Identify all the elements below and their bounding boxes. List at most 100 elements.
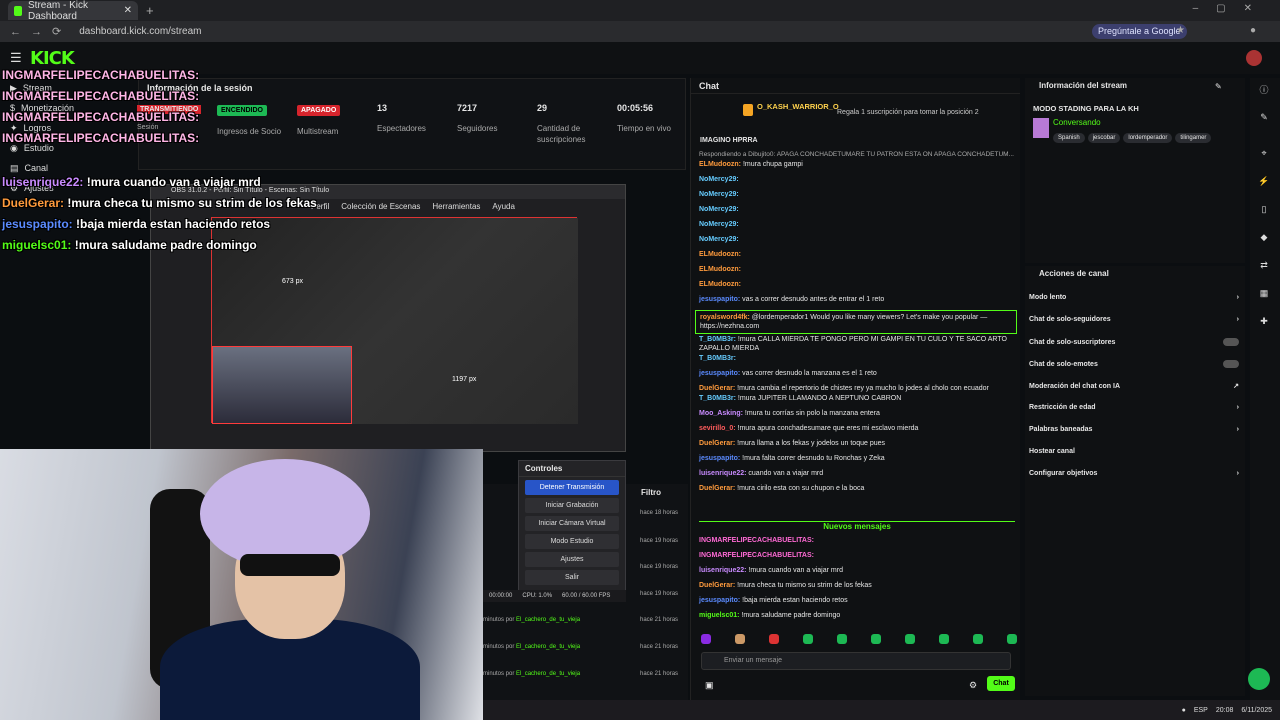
chevron-right-icon[interactable]: ›: [1237, 316, 1239, 323]
chat-username[interactable]: NoMercy29:: [699, 206, 739, 213]
avatar[interactable]: [1246, 50, 1262, 66]
emote-icon[interactable]: [973, 634, 983, 644]
stop-stream-button[interactable]: Detener Transmisión: [525, 480, 619, 495]
emote-icon[interactable]: [769, 634, 779, 644]
window-controls[interactable]: –▢✕: [1193, 3, 1270, 14]
chat-username[interactable]: jesuspapito:: [699, 597, 740, 604]
channel-action-row[interactable]: Configurar objetivos ›: [1029, 470, 1239, 477]
star-icon[interactable]: ★: [1176, 25, 1185, 36]
chat-username[interactable]: jesuspapito:: [699, 455, 740, 462]
chat-username[interactable]: sevirillo_0:: [699, 425, 736, 432]
tag[interactable]: Spanish: [1053, 133, 1085, 143]
channel-action-row[interactable]: Restricción de edad ›: [1029, 404, 1239, 411]
exit-button[interactable]: Salir: [525, 570, 619, 585]
ask-google-button[interactable]: Pregúntale a Google: [1092, 24, 1187, 39]
toggle-switch[interactable]: [1223, 338, 1239, 346]
chat-username[interactable]: Moo_Asking:: [699, 410, 743, 417]
chat-username[interactable]: ELMudoozn:: [699, 161, 741, 168]
close-tab-icon[interactable]: ✕: [124, 5, 132, 16]
pencil-icon[interactable]: ✎: [1258, 112, 1270, 124]
forward-icon[interactable]: →: [31, 26, 42, 38]
chat-username[interactable]: miguelsc01:: [699, 612, 739, 619]
new-tab-icon[interactable]: +: [146, 3, 154, 18]
toggle-switch[interactable]: [1223, 360, 1239, 368]
chevron-right-icon[interactable]: ›: [1237, 426, 1239, 433]
wrench-icon[interactable]: ✚: [1258, 316, 1270, 328]
stream-category[interactable]: Conversando: [1053, 118, 1101, 127]
leader-user[interactable]: O_KASH_WARRIOR_O: [757, 102, 839, 111]
gift-box-icon[interactable]: ▣: [705, 680, 714, 691]
chat-username[interactable]: NoMercy29:: [699, 191, 739, 198]
chat-username[interactable]: NoMercy29:: [699, 236, 739, 243]
feed-user[interactable]: El_cachero_de_tu_vieja: [516, 671, 580, 677]
chevron-right-icon[interactable]: ›: [1237, 470, 1239, 477]
emote-icon[interactable]: [1007, 634, 1017, 644]
link-icon[interactable]: ⇄: [1258, 260, 1270, 272]
tag[interactable]: tilingamer: [1175, 133, 1212, 143]
emote-icon[interactable]: [905, 634, 915, 644]
emote-icon[interactable]: [871, 634, 881, 644]
settings-button[interactable]: Ajustes: [525, 552, 619, 567]
gear-icon[interactable]: ⚙: [969, 680, 977, 691]
floating-action-button[interactable]: [1248, 668, 1270, 690]
profile-avatar-icon[interactable]: ●: [1250, 25, 1256, 36]
emote-icon[interactable]: [803, 634, 813, 644]
send-chat-button[interactable]: Chat: [987, 676, 1015, 691]
reload-icon[interactable]: ⟳: [52, 25, 61, 38]
chat-username[interactable]: luisenrique22:: [699, 567, 746, 574]
back-icon[interactable]: ←: [10, 26, 21, 38]
chat-username[interactable]: NoMercy29:: [699, 176, 739, 183]
obs-preview[interactable]: 673 px 1197 px: [211, 217, 578, 424]
doc-icon[interactable]: ▯: [1258, 204, 1270, 216]
chat-username[interactable]: DuelGerar:: [699, 485, 735, 492]
crosshair-icon[interactable]: ⌖: [1258, 148, 1270, 160]
chevron-right-icon[interactable]: ›: [1237, 404, 1239, 411]
gift-prompt[interactable]: Regala 1 suscripción para tomar la posic…: [837, 109, 979, 116]
new-messages-divider[interactable]: Nuevos mensajes: [699, 521, 1015, 531]
chat-username[interactable]: DuelGerar:: [699, 385, 735, 392]
info-icon[interactable]: ⓘ: [1258, 83, 1270, 95]
chat-username[interactable]: DuelGerar:: [699, 582, 735, 589]
chat-username[interactable]: ELMudoozn:: [699, 251, 741, 258]
chat-input[interactable]: Enviar un mensaje: [701, 652, 1011, 670]
chat-username[interactable]: T_B0MB3r:: [699, 355, 736, 362]
virtual-camera-button[interactable]: Iniciar Cámara Virtual: [525, 516, 619, 531]
chat-username[interactable]: royalsword4fk:: [700, 314, 750, 321]
obs-menu-item[interactable]: Herramientas: [432, 202, 480, 211]
chat-username[interactable]: ELMudoozn:: [699, 266, 741, 273]
chat-username[interactable]: T_B0MB3r:: [699, 395, 736, 402]
channel-action-row[interactable]: Chat de solo-emotes: [1029, 360, 1239, 368]
chat-username[interactable]: INGMARFELIPECACHABUELITAS:: [699, 537, 814, 544]
channel-action-row[interactable]: Chat de solo-suscriptores: [1029, 338, 1239, 346]
feed-user[interactable]: El_cachero_de_tu_vieja: [516, 617, 580, 623]
chat-bubble-icon[interactable]: ◆: [1258, 232, 1270, 244]
bolt-icon[interactable]: ⚡: [1258, 176, 1270, 188]
grid-icon[interactable]: ▦: [1258, 288, 1270, 300]
mic-icon[interactable]: ●: [1182, 707, 1186, 714]
emote-icon[interactable]: [701, 634, 711, 644]
start-recording-button[interactable]: Iniciar Grabación: [525, 498, 619, 513]
edit-icon[interactable]: ✎: [1215, 82, 1222, 91]
webcam-source[interactable]: [212, 346, 352, 424]
chat-username[interactable]: jesuspapito:: [699, 370, 740, 377]
language-indicator[interactable]: ESP: [1194, 707, 1208, 714]
channel-action-row[interactable]: Modo lento ›: [1029, 294, 1239, 301]
obs-menu-item[interactable]: Colección de Escenas: [341, 202, 420, 211]
channel-action-row[interactable]: Hostear canal: [1029, 448, 1239, 455]
external-link-icon[interactable]: ↗: [1233, 382, 1239, 390]
browser-tab[interactable]: Stream - Kick Dashboard ✕: [8, 0, 138, 22]
url-field[interactable]: dashboard.kick.com/stream: [79, 26, 201, 37]
emote-icon[interactable]: [939, 634, 949, 644]
tag[interactable]: jescobar: [1087, 133, 1121, 143]
chat-username[interactable]: T_B0MB3r:: [699, 336, 736, 343]
kick-logo[interactable]: KICK: [30, 48, 75, 69]
chat-username[interactable]: DuelGerar:: [699, 440, 735, 447]
channel-action-row[interactable]: Palabras baneadas ›: [1029, 426, 1239, 433]
chat-username[interactable]: luisenrique22:: [699, 470, 746, 477]
menu-icon[interactable]: ☰: [10, 50, 22, 66]
tag[interactable]: lordemperador: [1123, 133, 1173, 143]
chat-username[interactable]: INGMARFELIPECACHABUELITAS:: [699, 552, 814, 559]
filter-button[interactable]: Filtro: [641, 488, 661, 497]
channel-action-row[interactable]: Moderación del chat con IA ↗: [1029, 382, 1239, 391]
chat-username[interactable]: ELMudoozn:: [699, 281, 741, 288]
